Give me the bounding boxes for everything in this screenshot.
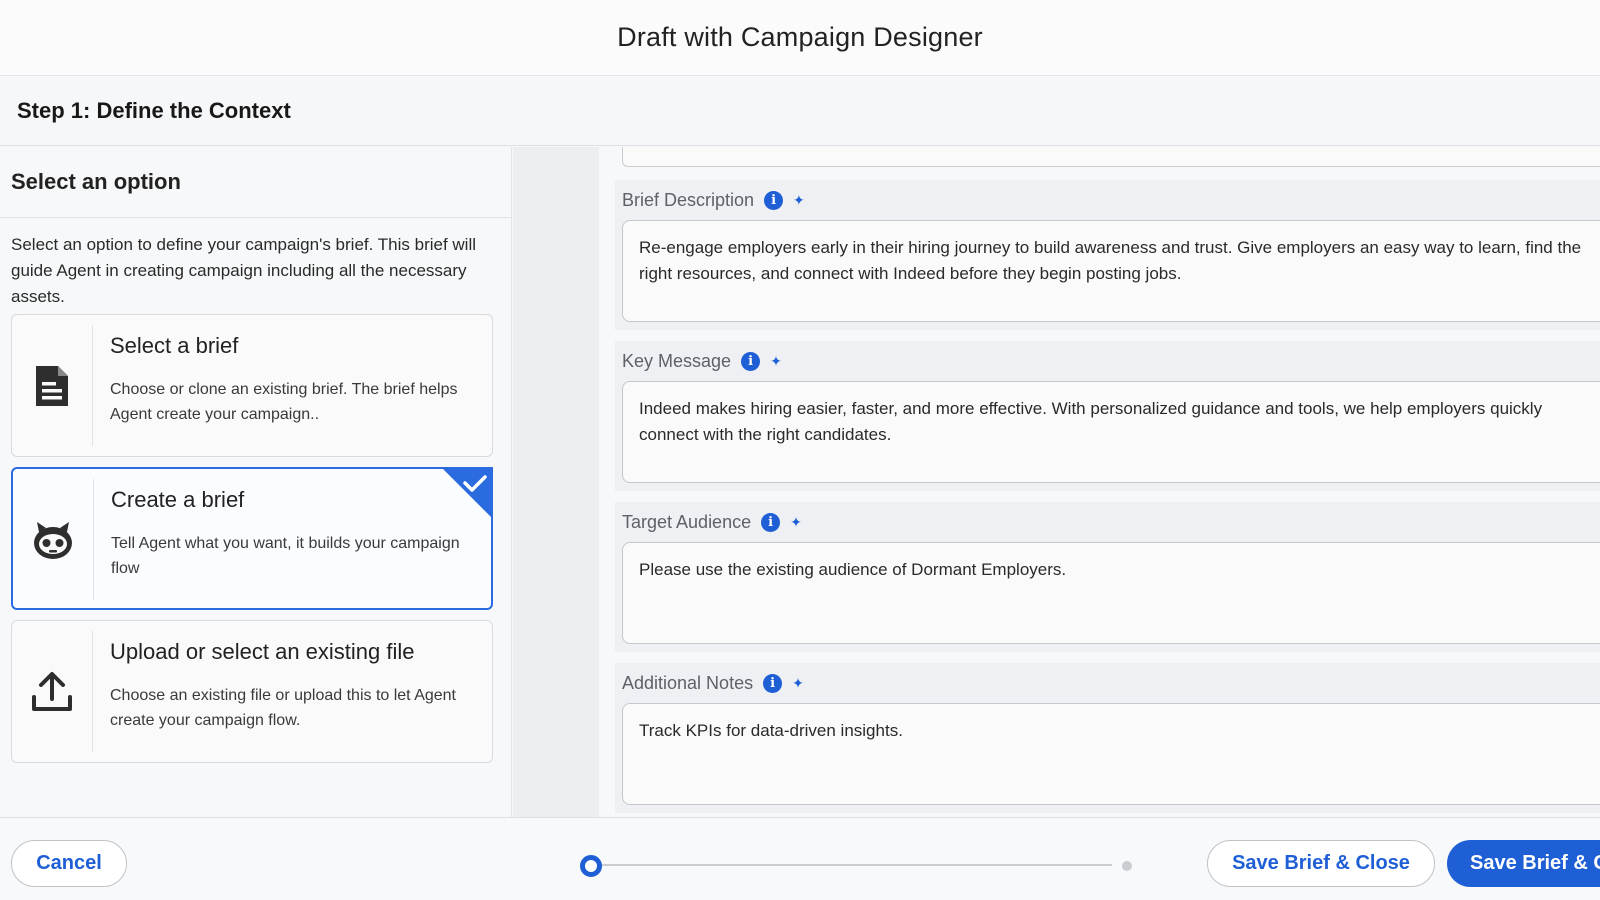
upload-icon <box>32 671 72 711</box>
previous-field-input[interactable] <box>622 147 1600 167</box>
step-progress <box>580 855 1132 877</box>
additional-notes-field: Additional Notes i ✦ Track KPIs for data… <box>615 663 1600 813</box>
option-icon-column <box>12 325 93 446</box>
selected-check-icon <box>441 467 493 519</box>
additional-notes-input[interactable]: Track KPIs for data-driven insights. <box>622 703 1600 805</box>
sparkle-icon[interactable]: ✦ <box>793 192 805 209</box>
options-description: Select an option to define your campaign… <box>11 235 477 306</box>
options-panel: Select an option Select an option to def… <box>0 147 512 817</box>
target-audience-field: Target Audience i ✦ Please use the exist… <box>615 502 1600 652</box>
brief-form: Brief Description i ✦ Re-engage employer… <box>599 147 1600 817</box>
option-description: Choose or clone an existing brief. The b… <box>110 381 458 423</box>
options-heading: Select an option <box>11 169 181 194</box>
info-icon[interactable]: i <box>763 673 783 693</box>
target-audience-input[interactable]: Please use the existing audience of Dorm… <box>622 542 1600 644</box>
sparkle-icon[interactable]: ✦ <box>770 353 782 370</box>
save-brief-close-button[interactable]: Save Brief & Close <box>1207 840 1435 887</box>
info-icon[interactable]: i <box>741 351 761 371</box>
modal-title: Draft with Campaign Designer <box>617 22 983 52</box>
field-label-row: Brief Description i ✦ <box>622 189 805 211</box>
options-header: Select an option <box>0 147 511 218</box>
option-select-brief[interactable]: Select a brief Choose or clone an existi… <box>11 314 493 457</box>
modal-header: Draft with Campaign Designer <box>0 0 1600 76</box>
field-label: Key Message <box>622 350 732 371</box>
progress-final-step <box>1122 861 1132 871</box>
option-title: Select a brief <box>110 333 239 358</box>
progress-track <box>592 864 1112 866</box>
field-label-row: Key Message i ✦ <box>622 350 782 372</box>
brief-description-field: Brief Description i ✦ Re-engage employer… <box>615 180 1600 330</box>
option-icon-column <box>13 479 94 600</box>
info-icon[interactable]: i <box>764 190 784 210</box>
document-icon <box>36 365 68 406</box>
info-icon[interactable]: i <box>761 512 781 532</box>
step-header: Step 1: Define the Context <box>0 77 1600 146</box>
field-label: Additional Notes <box>622 672 754 693</box>
field-label: Target Audience <box>622 511 752 532</box>
field-label-row: Target Audience i ✦ <box>622 511 802 533</box>
agent-robot-icon <box>34 521 72 559</box>
key-message-input[interactable]: Indeed makes hiring easier, faster, and … <box>622 381 1600 483</box>
cancel-button[interactable]: Cancel <box>11 840 127 887</box>
sparkle-icon[interactable]: ✦ <box>790 514 802 531</box>
option-description: Tell Agent what you want, it builds your… <box>111 535 460 577</box>
option-upload-file[interactable]: Upload or select an existing file Choose… <box>11 620 493 763</box>
brief-description-input[interactable]: Re-engage employers early in their hirin… <box>622 220 1600 322</box>
step-title: Step 1: Define the Context <box>17 98 291 123</box>
panel-divider <box>513 147 599 817</box>
option-title: Create a brief <box>111 487 245 512</box>
save-brief-continue-button[interactable]: Save Brief & C <box>1447 840 1600 887</box>
option-description: Choose an existing file or upload this t… <box>110 687 456 729</box>
field-label-row: Additional Notes i ✦ <box>622 672 804 694</box>
option-title: Upload or select an existing file <box>110 639 415 664</box>
key-message-field: Key Message i ✦ Indeed makes hiring easi… <box>615 341 1600 491</box>
option-create-brief[interactable]: Create a brief Tell Agent what you want,… <box>11 467 493 610</box>
modal-footer: Cancel Save Brief & Close Save Brief & C <box>0 817 1600 900</box>
field-label: Brief Description <box>622 189 755 210</box>
option-icon-column <box>12 631 93 752</box>
sparkle-icon[interactable]: ✦ <box>792 675 804 692</box>
progress-current-step <box>580 855 602 877</box>
